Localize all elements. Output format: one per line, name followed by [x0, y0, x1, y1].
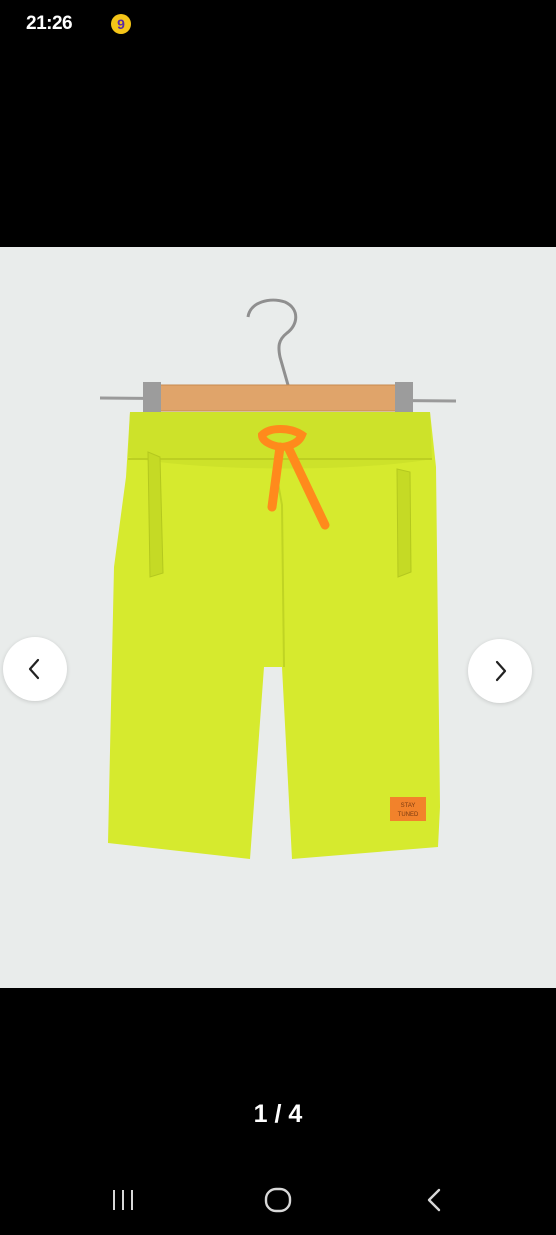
badge-text-line1: STAY — [401, 803, 416, 809]
back-icon — [427, 1188, 441, 1212]
status-bar: 21:26 9 — [0, 0, 556, 50]
back-button[interactable] — [404, 1178, 464, 1222]
next-image-button[interactable] — [468, 639, 532, 703]
app-notification-icon: 9 — [111, 14, 131, 34]
recents-icon — [113, 1190, 133, 1210]
chevron-left-icon — [28, 658, 40, 680]
product-image: STAY TUNED — [0, 247, 556, 988]
image-viewer[interactable]: STAY TUNED — [0, 247, 556, 988]
home-button[interactable] — [248, 1178, 308, 1222]
image-pager: 1 / 4 — [253, 1100, 303, 1128]
system-navigation-bar — [0, 1160, 556, 1235]
recents-button[interactable] — [93, 1178, 153, 1222]
home-icon — [264, 1187, 292, 1213]
previous-image-button[interactable] — [3, 637, 67, 701]
badge-text-line2: TUNED — [398, 812, 419, 818]
chevron-right-icon — [495, 660, 507, 682]
status-time: 21:26 — [26, 13, 73, 34]
